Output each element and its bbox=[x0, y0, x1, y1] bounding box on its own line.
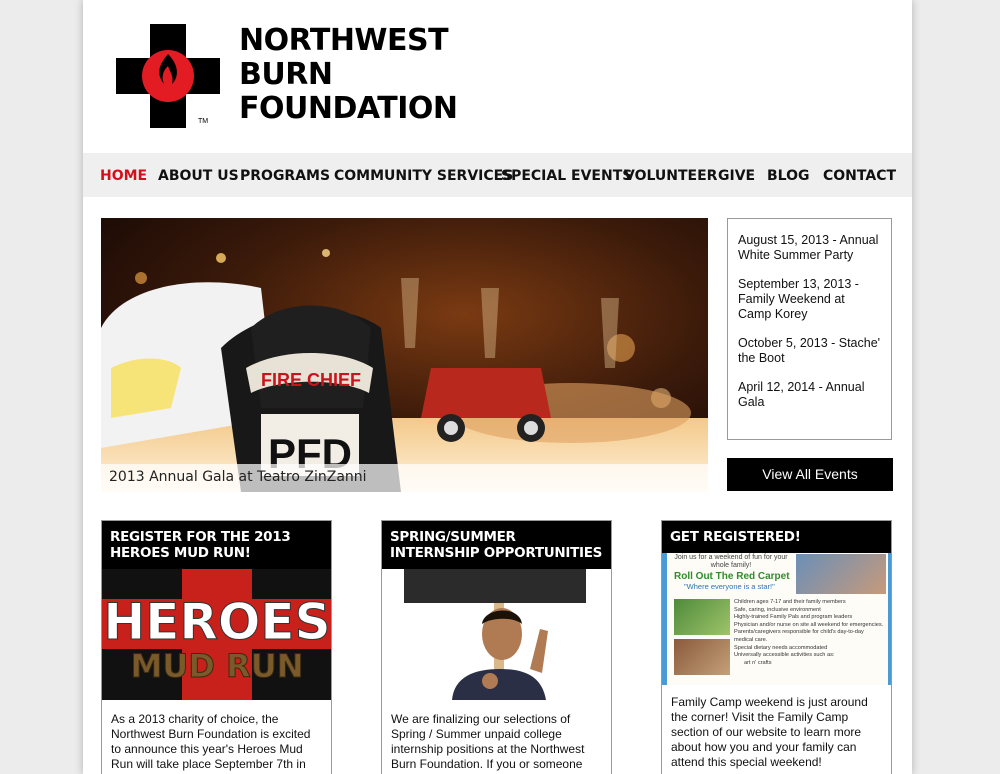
card-image-family-camp-flyer[interactable]: Join us for a weekend of fun for your wh… bbox=[662, 553, 891, 685]
flyer-bullet: Physician and/or nurse on site all weeke… bbox=[734, 621, 884, 643]
card-title[interactable]: REGISTER FOR THE 2013 HEROES MUD RUN! bbox=[102, 521, 331, 569]
card-body-text: Family Camp weekend is just around the c… bbox=[671, 695, 868, 769]
flyer-bullet: art n' crafts bbox=[744, 659, 772, 666]
logo-cross-icon[interactable] bbox=[116, 24, 220, 128]
flyer-bullets: Children ages 7-17 and their family memb… bbox=[734, 599, 884, 667]
card-internship: SPRING/SUMMER INTERNSHIP OPPORTUNITIES W… bbox=[381, 520, 612, 774]
trademark-mark: TM bbox=[198, 118, 209, 125]
nav-community-services[interactable]: COMMUNITY SERVICES bbox=[334, 153, 513, 199]
event-item[interactable]: April 12, 2014 - Annual Gala bbox=[738, 380, 881, 410]
nav-about-us[interactable]: ABOUT US bbox=[158, 153, 239, 199]
page: TM NORTHWEST BURN FOUNDATION HOME ABOUT … bbox=[83, 0, 912, 774]
nav-blog[interactable]: BLOG bbox=[767, 153, 810, 199]
flyer-bullet: Safe, caring, inclusive environment bbox=[734, 606, 821, 613]
flyer-left-stripe bbox=[662, 553, 667, 685]
event-item[interactable]: September 13, 2013 - Family Weekend at C… bbox=[738, 277, 881, 322]
flyer-subtitle: "Where everyone is a star!" bbox=[684, 582, 775, 591]
flyer-right-stripe bbox=[888, 553, 891, 685]
flyer-bullet: Universally accessible activities such a… bbox=[734, 652, 835, 659]
nav-home[interactable]: HOME bbox=[100, 153, 147, 199]
hero-caption: 2013 Annual Gala at Teatro ZinZanni bbox=[101, 464, 708, 492]
site-header: TM NORTHWEST BURN FOUNDATION bbox=[83, 0, 912, 153]
flyer-title: Roll Out The Red Carpet bbox=[674, 571, 790, 582]
mud-run-text: MUD RUN bbox=[131, 647, 304, 685]
hero-photo: FIRE CHIEF PFD bbox=[101, 218, 708, 492]
logo-line-2: BURN bbox=[239, 57, 333, 92]
event-item[interactable]: August 15, 2013 - Annual White Summer Pa… bbox=[738, 233, 881, 263]
card-title[interactable]: GET REGISTERED! bbox=[662, 521, 891, 553]
card-mud-run: REGISTER FOR THE 2013 HEROES MUD RUN! HE… bbox=[101, 520, 332, 774]
heroes-text: HEROES bbox=[103, 593, 330, 651]
flyer-photo-1 bbox=[674, 599, 730, 635]
card-image-internship[interactable] bbox=[382, 569, 611, 700]
card-body-text: We are finalizing our selections of Spri… bbox=[391, 712, 585, 774]
nav-give[interactable]: GIVE bbox=[718, 153, 755, 199]
card-image-mud-run[interactable]: HEROES MUD RUN bbox=[102, 569, 331, 700]
flyer-bullet: Children ages 7-17 and their family memb… bbox=[734, 599, 846, 605]
card-family-camp: GET REGISTERED! Join us for a weekend of… bbox=[661, 520, 892, 774]
logo-line-3: FOUNDATION bbox=[239, 91, 458, 126]
flyer-bullet: Special dietary needs accommodated bbox=[734, 644, 828, 651]
logo-wordmark[interactable]: NORTHWEST BURN FOUNDATION bbox=[239, 24, 458, 126]
heroes-mud-run-graphic: HEROES MUD RUN bbox=[102, 569, 331, 700]
flyer-photo-2 bbox=[674, 639, 730, 675]
event-item[interactable]: October 5, 2013 - Stache' the Boot bbox=[738, 336, 881, 366]
intern-holding-sign-photo bbox=[382, 569, 611, 700]
nav-special-events[interactable]: SPECIAL EVENTS bbox=[501, 153, 632, 199]
badge-fire-chief-text: FIRE CHIEF bbox=[261, 370, 361, 390]
upcoming-events-box: August 15, 2013 - Annual White Summer Pa… bbox=[727, 218, 892, 440]
nav-volunteer[interactable]: VOLUNTEER bbox=[624, 153, 717, 199]
view-all-events-button[interactable]: View All Events bbox=[727, 458, 893, 491]
flyer-bullet: Highly-trained Family Pals and program l… bbox=[734, 614, 853, 621]
flyer-intro: Join us for a weekend of fun for your wh… bbox=[674, 554, 788, 569]
main-nav: HOME ABOUT US PROGRAMS COMMUNITY SERVICE… bbox=[83, 153, 912, 197]
nav-programs[interactable]: PROGRAMS bbox=[240, 153, 330, 199]
card-title[interactable]: SPRING/SUMMER INTERNSHIP OPPORTUNITIES bbox=[382, 521, 611, 569]
logo-line-1: NORTHWEST bbox=[239, 23, 449, 58]
nav-contact[interactable]: CONTACT bbox=[823, 153, 896, 199]
hero-slideshow[interactable]: FIRE CHIEF PFD 2013 Annual Gala at Teatr… bbox=[101, 218, 708, 492]
flyer-photo-kids bbox=[796, 554, 886, 594]
hero-caption-text: 2013 Annual Gala at Teatro ZinZanni bbox=[109, 469, 367, 485]
card-body-text: As a 2013 charity of choice, the Northwe… bbox=[111, 712, 311, 774]
